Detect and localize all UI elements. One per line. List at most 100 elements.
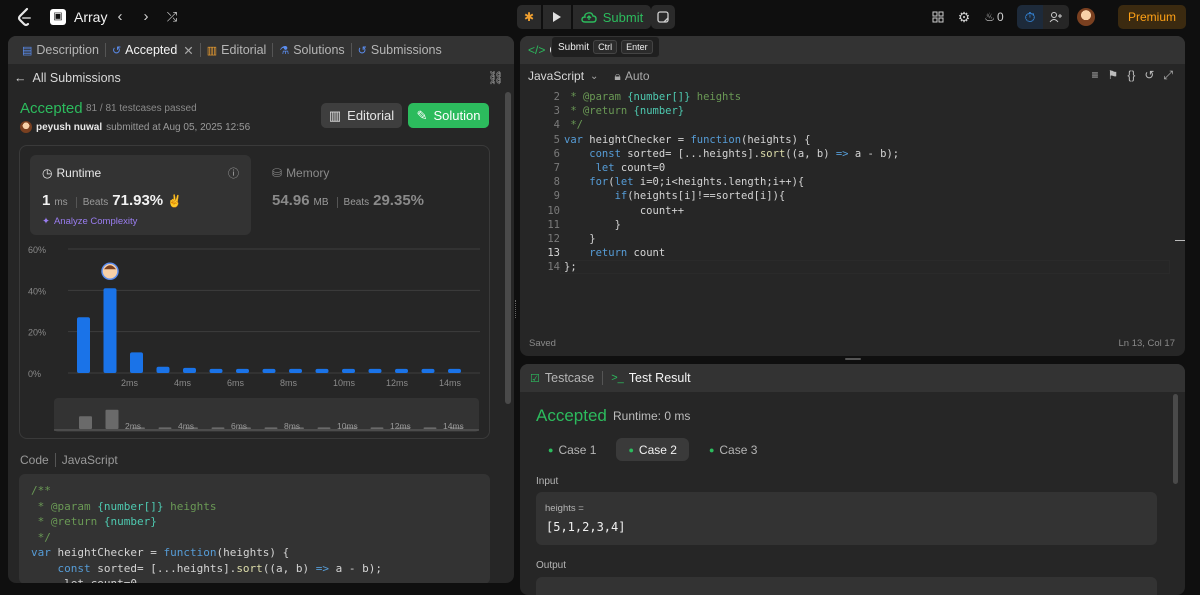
analyze-complexity-link[interactable]: ✦ Analyze Complexity: [42, 216, 137, 227]
leetcode-logo[interactable]: [16, 7, 34, 27]
close-tab-icon[interactable]: ✕: [183, 43, 193, 58]
code-label: Code: [20, 453, 49, 467]
analyze-label: Analyze Complexity: [53, 216, 138, 227]
chart-y-tick: 0%: [28, 369, 41, 379]
runtime-value: 1: [42, 192, 51, 209]
chevron-down-icon[interactable]: ⌄: [590, 71, 598, 82]
submission-status: Accepted: [20, 100, 83, 117]
notes-button[interactable]: [651, 5, 675, 29]
code-token: =: [671, 133, 691, 146]
editorial-button[interactable]: ▥ Editorial: [321, 103, 402, 128]
tab-test-result[interactable]: >_ Test Result: [611, 371, 690, 385]
code-section-header: Code JavaScript: [20, 453, 118, 467]
line-number: 12: [547, 233, 560, 246]
code-token: */: [564, 119, 583, 132]
output-label: Output: [536, 560, 567, 571]
format-icon[interactable]: ≡: [1092, 68, 1099, 83]
code-line: */: [564, 118, 899, 132]
memory-chip-icon: ⛁: [272, 166, 283, 180]
language-select[interactable]: JavaScript: [528, 69, 584, 83]
user-avatar[interactable]: [1077, 8, 1095, 26]
editorial-button-label: Editorial: [347, 108, 395, 123]
code-token: let: [564, 162, 621, 175]
runtime-card[interactable]: ◷ Runtime ⓘ 1 ms Beats 71.93% ✌ ✦ Analyz…: [30, 155, 251, 235]
save-status: Saved: [529, 338, 556, 349]
code-token: * @param: [31, 499, 98, 513]
problem-list-button[interactable]: ▣ Array: [50, 7, 107, 27]
run-button[interactable]: [543, 5, 571, 29]
tab-editorial[interactable]: ▥ Editorial: [201, 43, 273, 57]
tab-solutions[interactable]: ⚗ Solutions: [273, 43, 350, 57]
expand-icon[interactable]: ⤢: [1163, 68, 1173, 83]
memory-card[interactable]: ⛁ Memory 54.96 MB Beats 29.35%: [272, 155, 472, 235]
line-number: 5: [553, 133, 560, 146]
share-link-icon[interactable]: ⛓: [487, 70, 504, 86]
line-number: 10: [547, 204, 560, 217]
code-line: for(let i=0;i<heights.length;i++){: [564, 175, 899, 189]
tab-editorial-label: Editorial: [221, 43, 267, 57]
auto-mode[interactable]: 🔒︎ Auto: [614, 69, 649, 84]
code-token: =>: [315, 561, 330, 575]
submitter-name[interactable]: peyush nuwal: [36, 122, 102, 133]
code-editor[interactable]: * @param {number[]} heights * @return {n…: [564, 90, 899, 275]
all-submissions-link[interactable]: ← All Submissions ⛓: [8, 68, 514, 88]
code-token: sort: [236, 561, 263, 575]
all-submissions-label: All Submissions: [32, 71, 121, 85]
timer-icon[interactable]: ⏱: [1017, 5, 1043, 29]
chart-x-tick: 4ms: [174, 378, 192, 388]
next-problem-icon[interactable]: ›: [136, 7, 156, 27]
line-number-gutter: 2 3 4 5 6 7 8 9 10 11 12 13 14: [528, 90, 560, 275]
chart-bar: [289, 368, 302, 373]
bookmark-icon[interactable]: ⚑: [1108, 68, 1119, 83]
code-token: count: [633, 247, 666, 260]
tab-accepted[interactable]: ↺ Accepted ✕: [106, 43, 200, 58]
chart-y-tick: 20%: [28, 328, 46, 338]
chart-bar: [421, 368, 435, 373]
result-scrollbar[interactable]: [1173, 394, 1178, 484]
code-token: heightChecker: [589, 133, 672, 146]
chart-overview-bar: [105, 409, 119, 429]
terminal-icon: >_: [611, 372, 624, 384]
debug-button[interactable]: ✱: [517, 5, 541, 29]
shuffle-icon[interactable]: ⤮: [162, 7, 182, 27]
layout-icon[interactable]: [925, 5, 951, 29]
tab-testcase[interactable]: ☑ Testcase: [530, 371, 594, 385]
code-line: const sorted= [...heights].sort((a, b) =…: [564, 147, 899, 161]
vertical-splitter[interactable]: [515, 300, 518, 318]
code-token: var: [564, 133, 590, 146]
solution-button[interactable]: ✎ Solution: [408, 103, 489, 128]
case-tab-1[interactable]: ● Case 1: [536, 438, 608, 461]
chart-bar: [315, 368, 329, 373]
tab-test-result-label: Test Result: [628, 371, 691, 385]
settings-gear-icon[interactable]: ⚙: [951, 5, 977, 29]
arrow-left-icon: ←: [14, 71, 27, 85]
horizontal-splitter[interactable]: [845, 358, 861, 360]
input-var-name: heights =: [545, 503, 584, 514]
chart-bar: [448, 368, 461, 373]
submit-button[interactable]: Submit: [573, 5, 651, 29]
line-number: 9: [553, 190, 560, 203]
case-label: Case 2: [638, 442, 677, 457]
input-label: Input: [536, 476, 559, 487]
chart-y-tick: 40%: [28, 286, 46, 296]
info-icon[interactable]: ⓘ: [228, 165, 239, 181]
case-tab-3[interactable]: ● Case 3: [697, 438, 769, 461]
code-token: */: [31, 530, 51, 544]
premium-button[interactable]: Premium: [1118, 5, 1186, 29]
tab-submissions[interactable]: ↺ Submissions: [352, 43, 448, 57]
editor-scrollbar[interactable]: [1175, 240, 1185, 241]
output-box: [536, 577, 1157, 595]
streak-counter[interactable]: ♨ 0: [977, 5, 1011, 29]
reset-icon[interactable]: ↺: [1144, 68, 1154, 83]
submit-shortcut-tooltip: Submit Ctrl Enter: [551, 36, 660, 58]
code-token: =>: [835, 147, 849, 160]
case-tab-2[interactable]: ● Case 2: [616, 438, 689, 461]
runtime-header: ◷ Runtime: [42, 166, 101, 180]
braces-icon[interactable]: {}: [1127, 68, 1135, 83]
add-user-icon[interactable]: [1043, 5, 1069, 29]
memory-beats-pct: 29.35%: [373, 192, 424, 209]
chart-x-tick: 6ms: [227, 378, 245, 388]
left-scrollbar[interactable]: [505, 92, 511, 404]
prev-problem-icon[interactable]: ‹: [110, 7, 130, 27]
tab-description[interactable]: ▤ Description: [16, 43, 105, 57]
